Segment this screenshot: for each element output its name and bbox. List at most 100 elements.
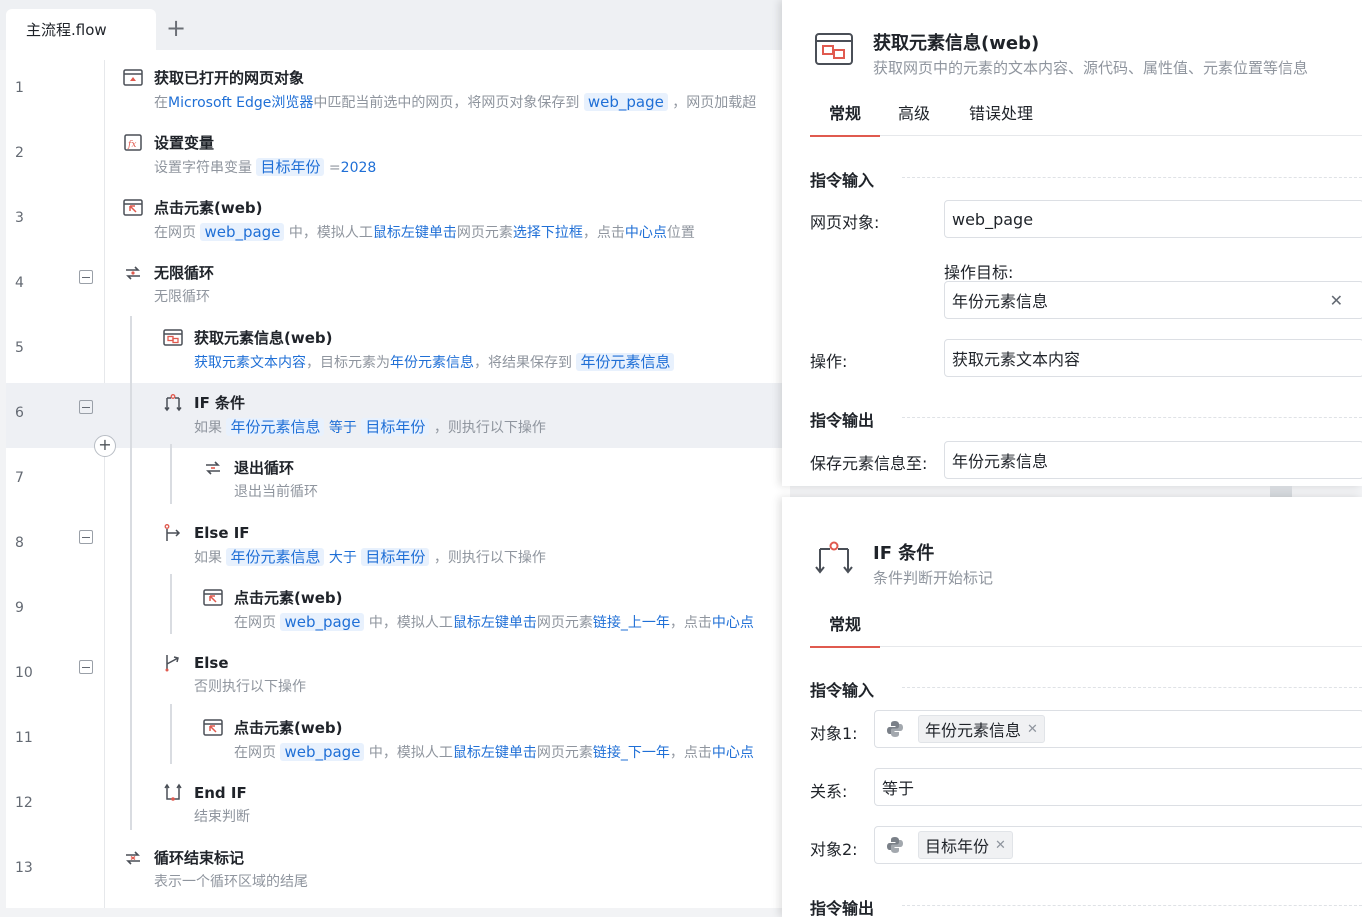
line-number: 13 — [15, 860, 33, 876]
object2-label: 对象2: — [810, 840, 858, 859]
click-element-icon — [203, 719, 223, 736]
insert-step-button[interactable]: + — [94, 435, 116, 457]
panel-resize-handle[interactable] — [1270, 486, 1292, 497]
command-description: 如果 年份元素信息 等于 目标年份 ，则执行以下操作 — [194, 416, 546, 439]
web-page-field[interactable]: web_page — [944, 200, 1362, 238]
description-text: 退出当前循环 — [234, 484, 318, 500]
description-text: 否则执行以下操作 — [194, 679, 306, 695]
tab-error-handling[interactable]: 错误处理 — [969, 100, 1033, 136]
tab-general[interactable]: 常规 — [810, 100, 880, 137]
command-description: 设置字符串变量 目标年份 =2028 — [154, 156, 376, 179]
clear-icon[interactable]: ✕ — [1330, 291, 1343, 310]
description-text: 结束判断 — [194, 809, 250, 825]
command-title: 点击元素(web) — [154, 199, 263, 217]
line-number: 9 — [15, 600, 24, 616]
save-to-field[interactable]: 年份元素信息 — [944, 441, 1362, 479]
flow-step-row[interactable]: 1 获取已打开的网页对象 在Microsoft Edge浏览器中匹配当前选中的网页，… — [6, 58, 790, 123]
nesting-guide-line — [170, 444, 172, 504]
relation-value: 等于 — [882, 779, 915, 798]
variable-chip: 目标年份 — [361, 418, 430, 436]
description-text: ，将结果保存到 — [474, 355, 577, 371]
description-text: 如果 — [194, 420, 227, 436]
command-title: 获取元素信息(web) — [194, 329, 333, 347]
tag-label: 年份元素信息 — [925, 721, 1022, 740]
highlighted-term: 2028 — [340, 160, 377, 176]
if-condition-icon — [164, 394, 182, 412]
flow-step-row[interactable]: 7 退出循环 退出当前循环 — [6, 448, 790, 513]
description-text: 在网页 — [154, 225, 201, 241]
operation-value: 获取元素文本内容 — [952, 350, 1081, 369]
collapse-toggle[interactable] — [79, 400, 93, 414]
command-title: 无限循环 — [154, 264, 215, 282]
tab-main-flow[interactable]: 主流程.flow — [6, 9, 156, 50]
panel-subtitle: 条件判断开始标记 — [873, 569, 994, 587]
flow-step-row[interactable]: 5 获取元素信息(web) 获取元素文本内容，目标元素为年份元素信息，将结果保存到 … — [6, 318, 790, 383]
collapse-toggle[interactable] — [79, 530, 93, 544]
description-text: 无限循环 — [154, 289, 210, 305]
highlighted-term: 中心点 — [624, 225, 667, 241]
command-title: 退出循环 — [234, 459, 295, 477]
operation-select[interactable]: 获取元素文本内容 — [944, 339, 1362, 377]
variable-chip: 目标年份 — [256, 158, 325, 176]
command-description: 结束判断 — [194, 806, 250, 828]
line-number: 6 — [15, 405, 24, 421]
command-description: 表示一个循环区域的结尾 — [154, 871, 308, 893]
description-text: 网页元素 — [536, 615, 593, 631]
tab-general[interactable]: 常规 — [810, 611, 880, 648]
highlighted-term: 获取元素文本内容 — [194, 355, 306, 371]
variable-chip: web_page — [280, 613, 365, 631]
flow-step-row[interactable]: 9 点击元素(web) 在网页 web_page 中，模拟人工鼠标左键单击网页元素链… — [6, 578, 790, 643]
command-title: 循环结束标记 — [154, 849, 245, 867]
command-title: Else — [194, 654, 229, 672]
section-divider — [902, 905, 1362, 906]
object2-field[interactable]: 目标年份 ✕ — [874, 826, 1362, 864]
tab-advanced[interactable]: 高级 — [898, 100, 930, 136]
description-text: ，则执行以下操作 — [429, 550, 546, 566]
python-icon — [887, 837, 903, 853]
collapse-toggle[interactable] — [79, 270, 93, 284]
description-text: ，则执行以下操作 — [429, 420, 546, 436]
else-if-icon — [164, 524, 181, 541]
remove-tag-icon[interactable]: ✕ — [995, 838, 1006, 853]
operation-label: 操作: — [810, 352, 848, 371]
section-output-title: 指令输出 — [810, 411, 875, 430]
flow-step-row[interactable]: 3 点击元素(web) 在网页 web_page 中，模拟人工鼠标左键单击网页元素选… — [6, 188, 790, 253]
target-field[interactable]: 年份元素信息 ✕ — [944, 281, 1362, 319]
target-label: 操作目标: — [944, 263, 1014, 282]
description-text: 中，模拟人工 — [284, 225, 373, 241]
web-page-value: web_page — [952, 209, 1034, 229]
collapse-toggle[interactable] — [79, 660, 93, 674]
line-number: 3 — [15, 210, 24, 226]
flow-step-row[interactable]: 12 End IF 结束判断 — [6, 773, 790, 838]
object1-field[interactable]: 年份元素信息 ✕ — [874, 710, 1362, 748]
description-text: ，点击 — [582, 225, 625, 241]
highlighted-term: 链接_上一年 — [592, 615, 670, 631]
command-description: 如果 年份元素信息 大于 目标年份 ，则执行以下操作 — [194, 546, 546, 569]
flow-step-row[interactable]: 8 Else IF 如果 年份元素信息 大于 目标年份 ，则执行以下操作 — [6, 513, 790, 578]
flow-step-row[interactable]: 11 点击元素(web) 在网页 web_page 中，模拟人工鼠标左键单击网页元素… — [6, 708, 790, 773]
nesting-guide-line — [170, 704, 172, 764]
command-description: 在网页 web_page 中，模拟人工鼠标左键单击网页元素选择下拉框，点击中心点… — [154, 221, 695, 244]
description-text: ，目标元素为 — [306, 355, 390, 371]
remove-tag-icon[interactable]: ✕ — [1027, 722, 1038, 737]
click-element-icon — [123, 199, 143, 216]
description-text: 如果 — [194, 550, 227, 566]
add-tab-button[interactable]: + — [164, 14, 188, 42]
description-text: 中，模拟人工 — [364, 615, 453, 631]
command-title: Else IF — [194, 524, 250, 542]
flow-step-row[interactable]: 4 无限循环 无限循环 — [6, 253, 790, 318]
panel-subtitle: 获取网页中的元素的文本内容、源代码、属性值、元素位置等信息 — [873, 59, 1309, 77]
command-description: 无限循环 — [154, 286, 210, 308]
flow-step-row[interactable]: 2 fx 设置变量 设置字符串变量 目标年份 =2028 — [6, 123, 790, 188]
save-to-label: 保存元素信息至: — [810, 454, 928, 473]
flow-step-row[interactable]: 6 IF 条件 如果 年份元素信息 等于 目标年份 ，则执行以下操作 — [6, 383, 790, 448]
variable-chip: web_page — [280, 743, 365, 761]
section-input-title: 指令输入 — [810, 681, 875, 700]
flow-step-row[interactable]: 10 Else 否则执行以下操作 — [6, 643, 790, 708]
if-condition-icon — [815, 541, 853, 574]
highlighted-term: 中心点 — [711, 615, 754, 631]
flow-step-row[interactable]: 13 循环结束标记表示一个循环区域的结尾 — [6, 838, 790, 903]
relation-select[interactable]: 等于 — [874, 768, 1362, 806]
relation-label: 关系: — [810, 782, 848, 801]
variable-chip: 年份元素信息 — [576, 353, 675, 371]
